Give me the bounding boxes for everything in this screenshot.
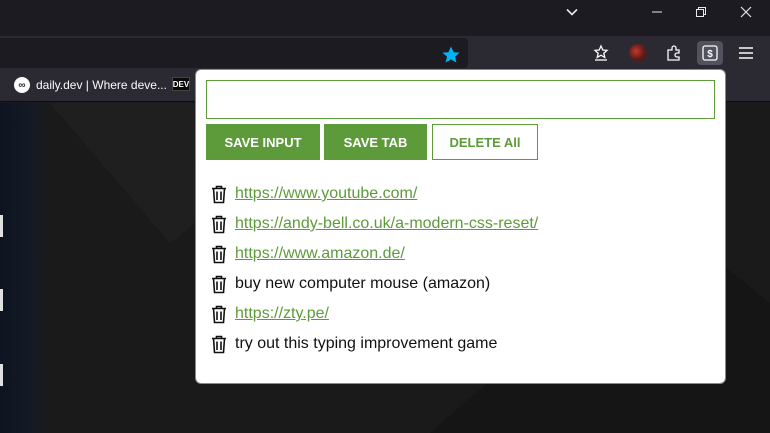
lead-input[interactable] xyxy=(206,80,715,119)
save-to-pocket-button[interactable] xyxy=(588,41,614,65)
chevron-down-icon xyxy=(566,8,578,16)
avatar xyxy=(629,44,647,62)
minimize-icon xyxy=(652,11,662,13)
lead-link[interactable]: https://zty.pe/ xyxy=(235,305,329,323)
pocket-icon xyxy=(593,44,609,61)
account-avatar-button[interactable] xyxy=(625,41,651,65)
close-icon xyxy=(740,6,752,18)
restore-icon xyxy=(696,7,706,17)
page-left-strip xyxy=(0,103,50,433)
extension-popup: SAVE INPUT SAVE TAB DELETE All https://w… xyxy=(195,69,726,384)
leads-tracker-extension-button[interactable]: $ xyxy=(697,41,723,65)
dollar-extension-icon: $ xyxy=(702,45,718,61)
save-input-button[interactable]: SAVE INPUT xyxy=(206,124,320,160)
list-all-tabs-button[interactable] xyxy=(550,0,594,24)
list-item: https://zty.pe/ xyxy=(210,299,710,329)
minimize-button[interactable] xyxy=(635,0,679,24)
close-window-button[interactable] xyxy=(724,0,768,24)
app-menu-button[interactable] xyxy=(733,41,759,65)
svg-text:$: $ xyxy=(707,49,713,60)
lead-link[interactable]: https://www.amazon.de/ xyxy=(235,245,405,263)
leads-list: https://www.youtube.com/ https://andy-be… xyxy=(210,179,710,359)
lead-text: try out this typing improvement game xyxy=(235,335,498,352)
save-tab-button[interactable]: SAVE TAB xyxy=(324,124,427,160)
dev-favicon-icon: DEV xyxy=(172,77,190,91)
puzzle-icon xyxy=(667,45,680,61)
delete-all-button[interactable]: DELETE All xyxy=(432,124,538,160)
trash-icon[interactable] xyxy=(210,244,227,264)
page-marker xyxy=(0,215,3,237)
bookmark-dev[interactable]: DEV xyxy=(172,77,190,91)
page-marker xyxy=(0,289,3,311)
trash-icon[interactable] xyxy=(210,334,227,354)
bookmark-label: daily.dev | Where deve... xyxy=(36,78,167,92)
lead-link[interactable]: https://www.youtube.com/ xyxy=(235,185,417,203)
daily-dev-favicon-icon: ∞ xyxy=(14,77,30,93)
trash-icon[interactable] xyxy=(210,184,227,204)
trash-icon[interactable] xyxy=(210,304,227,324)
list-item: https://andy-bell.co.uk/a-modern-css-res… xyxy=(210,209,710,239)
list-item: try out this typing improvement game xyxy=(210,329,710,359)
extensions-button[interactable] xyxy=(661,41,687,65)
url-bar[interactable] xyxy=(0,38,468,68)
list-item: https://www.youtube.com/ xyxy=(210,179,710,209)
bookmark-daily-dev[interactable]: ∞ daily.dev | Where deve... xyxy=(14,77,167,93)
hamburger-menu-icon xyxy=(739,47,753,59)
navigation-toolbar: $ xyxy=(0,36,770,70)
list-item: buy new computer mouse (amazon) xyxy=(210,269,710,299)
title-bar xyxy=(0,0,770,36)
restore-button[interactable] xyxy=(679,0,723,24)
trash-icon[interactable] xyxy=(210,214,227,234)
list-item: https://www.amazon.de/ xyxy=(210,239,710,269)
page-marker xyxy=(0,364,3,386)
trash-icon[interactable] xyxy=(210,274,227,294)
lead-text: buy new computer mouse (amazon) xyxy=(235,275,491,292)
bookmark-star-icon[interactable] xyxy=(441,45,461,65)
lead-link[interactable]: https://andy-bell.co.uk/a-modern-css-res… xyxy=(235,215,538,233)
